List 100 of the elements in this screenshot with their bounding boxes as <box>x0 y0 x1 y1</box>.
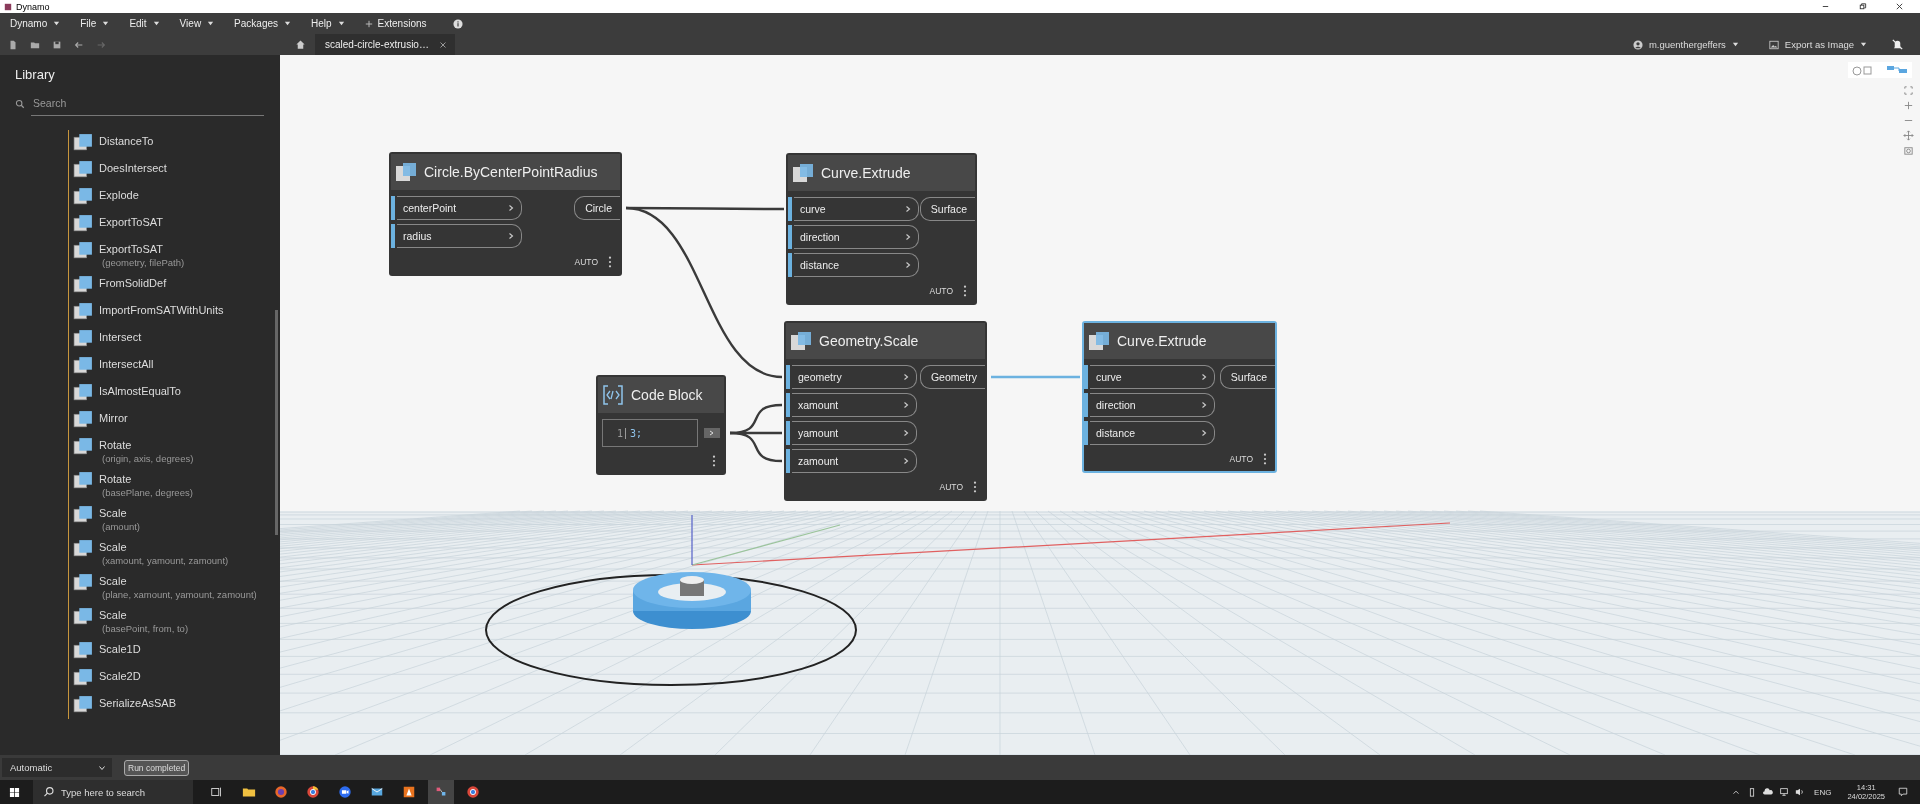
input-port[interactable]: xamount <box>792 393 917 417</box>
chevron-icon <box>904 233 912 241</box>
node-icon <box>73 213 94 234</box>
library-item[interactable]: Scale (amount) <box>99 504 140 532</box>
chevron-icon <box>507 204 515 212</box>
network-icon[interactable] <box>1779 787 1790 797</box>
library-item[interactable]: Scale (plane, xamount, yamount, zamount) <box>99 572 257 600</box>
node-icon <box>73 572 94 593</box>
chevron-icon <box>1200 373 1208 381</box>
menu-item[interactable]: Edit <box>127 18 164 29</box>
restore-icon[interactable] <box>1858 2 1867 11</box>
library-item[interactable]: Intersect <box>99 328 142 343</box>
menu-item[interactable]: Help <box>309 18 349 29</box>
input-port[interactable]: zamount <box>792 449 917 473</box>
library-item[interactable]: Scale2D <box>99 667 141 682</box>
output-port[interactable]: Geometry <box>919 365 985 389</box>
input-port[interactable]: curve <box>794 197 919 221</box>
library-item[interactable]: Rotate (origin, axis, degrees) <box>99 436 194 464</box>
taskbar-search-field[interactable]: Type here to search <box>55 780 193 804</box>
zoom-in-icon[interactable] <box>1903 100 1914 111</box>
library-item[interactable]: DoesIntersect <box>99 159 167 174</box>
input-port[interactable]: curve <box>1090 365 1215 389</box>
run-mode-label: AUTO <box>929 286 953 296</box>
library-search-field[interactable]: Search <box>31 92 264 116</box>
library-item[interactable]: Scale1D <box>99 640 141 655</box>
library-item[interactable]: IsAlmostEqualTo <box>99 382 181 397</box>
output-port[interactable]: Surface <box>1219 365 1275 389</box>
library-item[interactable]: ExportToSAT (geometry, filePath) <box>99 240 185 268</box>
node-icon <box>73 240 94 261</box>
library-item[interactable]: SerializeAsSAB <box>99 694 177 709</box>
menu-item[interactable]: File <box>78 18 114 29</box>
library-item[interactable]: Rotate (basePlane, degrees) <box>99 470 193 498</box>
output-port[interactable]: Surface <box>919 197 975 221</box>
export-image-button[interactable]: Export as Image <box>1762 38 1873 51</box>
graph-node[interactable]: Geometry.Scale geometry xamount yamount zamount Geometry AUTO <box>784 321 987 501</box>
home-icon[interactable] <box>295 39 306 50</box>
node-icon <box>73 470 94 491</box>
code-editor[interactable]: 1 3; <box>602 419 698 447</box>
node-icon <box>73 606 94 627</box>
run-status-badge: Run completed <box>124 759 190 776</box>
caret-icon <box>1860 41 1867 48</box>
input-port[interactable]: centerPoint <box>397 196 522 220</box>
image-icon <box>1768 39 1779 50</box>
run-mode-dropdown[interactable]: Automatic <box>2 758 112 777</box>
graph-view-icon[interactable] <box>1885 64 1909 76</box>
library-item[interactable]: Explode <box>99 186 139 201</box>
node-icon <box>73 538 94 559</box>
more-options-icon[interactable] <box>973 481 977 493</box>
library-item[interactable]: ExportToSAT <box>99 213 163 228</box>
node-icon <box>73 382 94 403</box>
undo-icon[interactable] <box>74 39 84 50</box>
library-item[interactable]: Scale (xamount, yamount, zamount) <box>99 538 229 566</box>
graph-node[interactable]: Curve.Extrude curve direction distance Surface AUTO <box>786 153 977 305</box>
node-title: Curve.Extrude <box>1117 333 1207 349</box>
graph-node[interactable]: Curve.Extrude curve direction distance Surface AUTO <box>1082 321 1277 473</box>
input-port[interactable]: direction <box>1090 393 1215 417</box>
geometry-view-icon[interactable] <box>1851 64 1875 76</box>
graph-node[interactable]: Code Block 1 3; <box>596 375 726 475</box>
close-icon[interactable] <box>1895 2 1904 11</box>
library-item[interactable]: DistanceTo <box>99 132 154 147</box>
input-port[interactable]: geometry <box>792 365 917 389</box>
library-item[interactable]: Mirror <box>99 409 128 424</box>
input-port[interactable]: distance <box>794 253 919 277</box>
chevron-icon <box>1200 429 1208 437</box>
pan-icon[interactable] <box>1903 130 1914 141</box>
menu-item[interactable]: Dynamo <box>8 18 65 29</box>
user-menu[interactable]: m.guenthergeffers <box>1626 38 1745 51</box>
input-port[interactable]: distance <box>1090 421 1215 445</box>
save-icon[interactable] <box>52 39 62 50</box>
library-item[interactable]: FromSolidDef <box>99 274 167 289</box>
menu-item[interactable]: View <box>177 18 219 29</box>
language-indicator[interactable]: ENG <box>1814 787 1832 797</box>
node-title: Circle.ByCenterPointRadius <box>424 164 598 180</box>
windows-start-icon[interactable] <box>9 786 20 798</box>
notifications-off-icon[interactable] <box>1891 38 1904 51</box>
caret-icon <box>102 20 110 27</box>
caret-icon <box>152 20 160 27</box>
notification-icon[interactable] <box>1898 787 1908 797</box>
file-tab[interactable]: scaled-circle-extrusio… <box>315 34 455 55</box>
more-options-icon[interactable] <box>1263 453 1267 465</box>
library-item[interactable]: ImportFromSATWithUnits <box>99 301 224 316</box>
output-port[interactable]: Circle <box>574 196 620 220</box>
input-port[interactable]: yamount <box>792 421 917 445</box>
menu-item[interactable]: Packages <box>232 18 296 29</box>
more-options-icon[interactable] <box>963 285 967 297</box>
close-icon[interactable] <box>438 40 447 49</box>
more-options-icon[interactable] <box>712 455 716 467</box>
volume-icon[interactable] <box>1795 787 1806 797</box>
more-options-icon[interactable] <box>608 256 612 268</box>
input-port[interactable]: direction <box>794 225 919 249</box>
cloud-icon[interactable] <box>1763 787 1774 797</box>
node-icon <box>73 640 94 661</box>
input-port[interactable]: radius <box>397 224 522 248</box>
extensions-menu[interactable]: Extensions <box>362 18 431 29</box>
info-icon[interactable] <box>452 18 463 29</box>
new-file-icon[interactable] <box>8 39 18 50</box>
library-item[interactable]: IntersectAll <box>99 355 154 370</box>
node-type-icon <box>789 329 813 353</box>
library-item[interactable]: Scale (basePoint, from, to) <box>99 606 189 634</box>
graph-node[interactable]: Circle.ByCenterPointRadius centerPoint radius Circle AUTO <box>389 152 622 276</box>
